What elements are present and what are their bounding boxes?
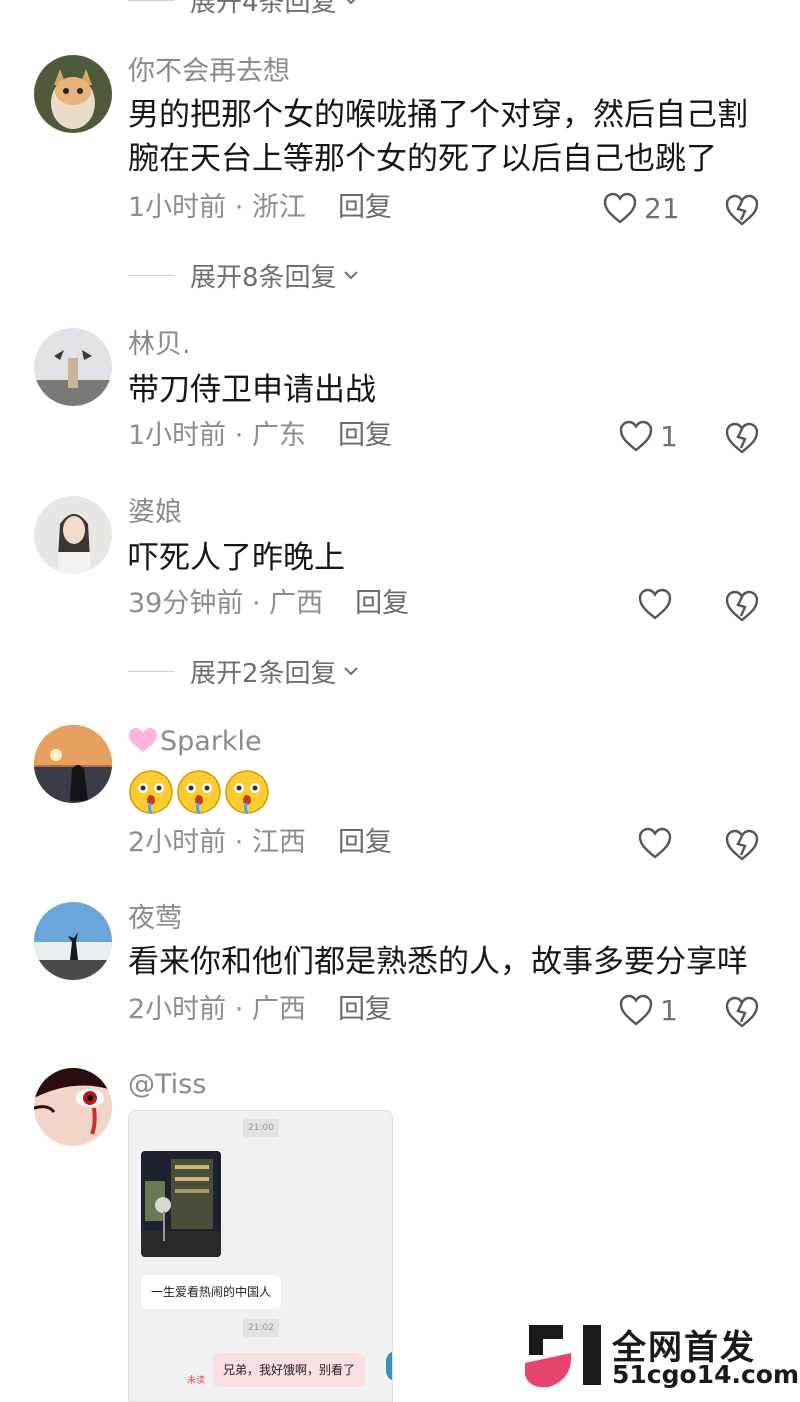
comment-location: 广西 xyxy=(269,588,324,619)
divider-line xyxy=(128,274,174,276)
chat-timestamp: 21:00 xyxy=(243,1119,279,1137)
avatar[interactable] xyxy=(34,55,112,133)
watermark-logo-icon xyxy=(525,1325,601,1388)
heart-outline-icon xyxy=(619,994,653,1026)
like-button[interactable]: 21 xyxy=(602,188,680,228)
comment-location: 广东 xyxy=(251,420,306,451)
comment-time: 2小时前 xyxy=(128,994,227,1025)
chat-timestamp: 21:02 xyxy=(243,1319,279,1337)
comment-location: 江西 xyxy=(251,827,306,858)
dislike-button[interactable] xyxy=(724,192,760,228)
reply-button[interactable]: 回复 xyxy=(338,192,392,223)
divider-line xyxy=(128,670,174,672)
attached-chat-screenshot[interactable]: 21:00 一生爱看热闹的中国人 21:02 未读 兄弟，我好饿啊，别看了 xyxy=(128,1110,393,1402)
username[interactable]: 林贝. xyxy=(128,328,191,362)
expand-replies-label: 展开4条回复 xyxy=(190,0,337,18)
expand-replies-label: 展开8条回复 xyxy=(190,262,337,293)
unread-label: 未读 xyxy=(187,1376,206,1386)
comment-text: 看来你和他们都是熟悉的人，故事多要分享咩 xyxy=(128,944,748,980)
photo-thumbnail xyxy=(141,1151,221,1257)
dislike-button[interactable] xyxy=(724,420,760,456)
avatar[interactable] xyxy=(34,725,112,803)
heart-outline-icon xyxy=(619,420,653,452)
broken-heart-icon xyxy=(725,829,759,861)
chat-bubble-received: 一生爱看热闹的中国人 xyxy=(141,1275,282,1309)
comment-time: 39分钟前 xyxy=(128,588,244,619)
comment-time: 2小时前 xyxy=(128,827,227,858)
username[interactable]: 夜莺 xyxy=(128,902,182,936)
dislike-button[interactable] xyxy=(724,994,760,1030)
expand-replies[interactable]: 展开4条回复 xyxy=(128,0,359,18)
avatar[interactable] xyxy=(34,328,112,406)
reply-button[interactable]: 回复 xyxy=(338,827,392,858)
broken-heart-icon xyxy=(725,422,759,454)
like-count: 1 xyxy=(660,419,678,453)
username[interactable]: 你不会再去想 xyxy=(128,55,290,89)
like-button[interactable]: 1 xyxy=(618,990,678,1030)
avatar[interactable] xyxy=(34,1068,112,1146)
reply-button[interactable]: 回复 xyxy=(338,420,392,451)
like-button[interactable] xyxy=(637,823,673,863)
heart-outline-icon xyxy=(603,192,637,224)
avatar[interactable] xyxy=(34,902,112,980)
comment-meta: 1小时前 · 广东 回复 xyxy=(128,420,392,451)
broken-heart-icon xyxy=(725,194,759,226)
drooling-face-emoji-icon xyxy=(177,770,221,815)
comment-text: 吓死人了昨晚上 xyxy=(128,540,345,576)
drooling-face-emoji-icon xyxy=(129,770,173,815)
comment-time: 1小时前 xyxy=(128,192,227,223)
expand-replies[interactable]: 展开2条回复 xyxy=(128,653,359,689)
avatar[interactable] xyxy=(34,496,112,574)
comment-meta: 39分钟前 · 广西 回复 xyxy=(128,588,410,619)
comment-meta: 1小时前 · 浙江 回复 xyxy=(128,192,392,223)
broken-heart-icon xyxy=(725,996,759,1028)
watermark-url: 51cgo14.com xyxy=(612,1360,800,1389)
heart-outline-icon xyxy=(638,827,672,859)
emoji-row xyxy=(128,769,768,827)
comment-meta: 2小时前 · 江西 回复 xyxy=(128,827,392,858)
comment-location: 广西 xyxy=(251,994,306,1025)
reply-button[interactable]: 回复 xyxy=(338,994,392,1025)
like-button[interactable]: 1 xyxy=(618,416,678,456)
comment-text: 带刀侍卫申请出战 xyxy=(128,372,376,408)
username[interactable]: @Tiss xyxy=(128,1068,206,1102)
chevron-down-icon xyxy=(346,0,355,5)
comment-meta: 2小时前 · 广西 回复 xyxy=(128,994,392,1025)
drooling-face-emoji-icon xyxy=(225,770,269,815)
dislike-button[interactable] xyxy=(724,827,760,863)
chat-bubble-sent: 兄弟，我好饿啊，别看了 xyxy=(213,1353,366,1387)
chevron-down-icon xyxy=(343,271,358,280)
like-count: 1 xyxy=(660,993,678,1027)
heart-outline-icon xyxy=(638,588,672,620)
expand-replies-label: 展开2条回复 xyxy=(190,658,337,689)
broken-heart-icon xyxy=(725,590,759,622)
username[interactable]: 婆娘 xyxy=(128,496,182,530)
dislike-button[interactable] xyxy=(724,588,760,624)
username[interactable]: Sparkle xyxy=(128,725,262,759)
like-button[interactable] xyxy=(637,584,673,624)
expand-replies[interactable]: 展开8条回复 xyxy=(128,257,359,293)
chevron-down-icon xyxy=(343,667,358,676)
comment-time: 1小时前 xyxy=(128,420,227,451)
pink-heart-icon xyxy=(129,728,157,752)
username-text: Sparkle xyxy=(160,726,262,757)
divider-line xyxy=(128,0,174,1)
chat-avatar-edge xyxy=(386,1351,392,1381)
comment-location: 浙江 xyxy=(251,192,306,223)
reply-button[interactable]: 回复 xyxy=(355,588,409,619)
like-count: 21 xyxy=(644,191,680,225)
comment-text: 男的把那个女的喉咙捅了个对穿，然后自己割腕在天台上等那个女的死了以后自己也跳了 xyxy=(128,97,748,177)
